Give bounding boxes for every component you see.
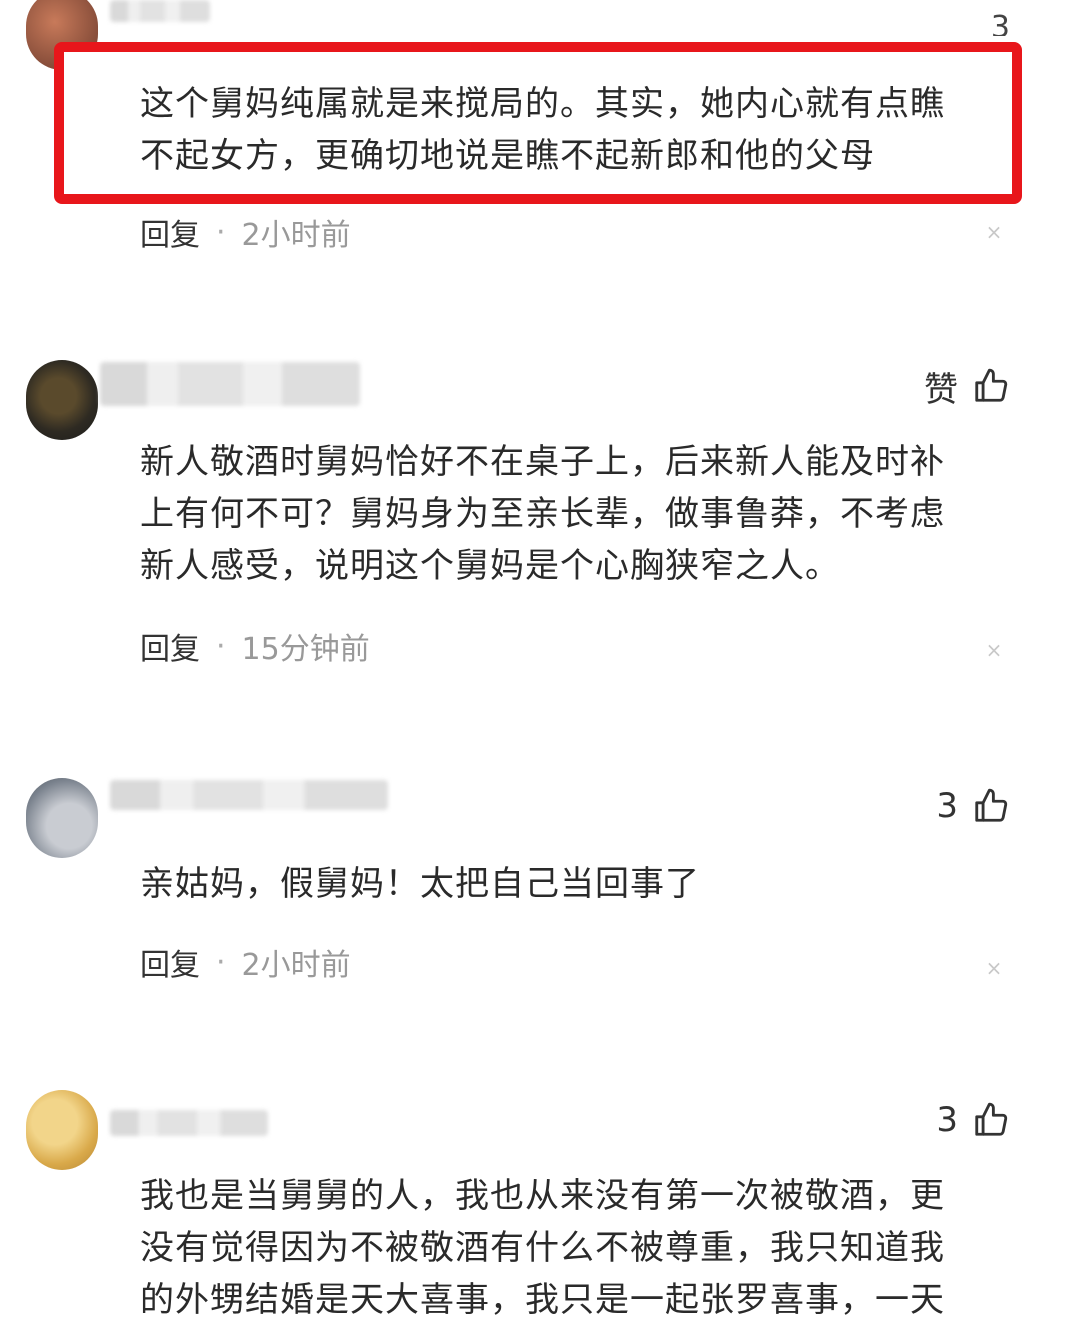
comment-line: 这个舅妈纯属就是来搅局的。其实，她内心就有点瞧 [140,84,945,124]
comment-line: 不起女方，更确切地说是瞧不起新郎和他的父母 [140,136,875,176]
comment-text: 亲姑妈，假舅妈！太把自己当回事了 [140,858,1000,910]
avatar[interactable] [26,778,98,858]
thumbs-up-icon[interactable] [972,367,1010,405]
blurred-username [100,362,360,406]
comment-text: 这个舅妈纯属就是来搅局的。其实，她内心就有点瞧 不起女方，更确切地说是瞧不起新郎… [140,78,1000,182]
comment-1: 3 这个舅妈纯属就是来搅局的。其实，她内心就有点瞧 不起女方，更确切地说是瞧不起… [0,0,1076,260]
comment-3: 3 亲姑妈，假舅妈！太把自己当回事了 回复 · 2小时前 × [0,778,1076,998]
comment-text: 我也是当舅舅的人，我也从来没有第一次被敬酒，更 没有觉得因为不被敬酒有什么不被尊… [140,1170,1000,1326]
like-control[interactable]: 赞 [924,364,1010,410]
close-icon[interactable]: × [984,640,1004,660]
comment-line: 新人感受，说明这个舅妈是个心胸狭窄之人。 [140,546,840,586]
comment-line: 上有何不可？舅妈身为至亲长辈，做事鲁莽，不考虑 [140,494,945,534]
comment-time: 15分钟前 [241,632,370,667]
avatar[interactable] [26,360,98,440]
like-count: 3 [936,1100,958,1140]
highlight-box: 这个舅妈纯属就是来搅局的。其实，她内心就有点瞧 不起女方，更确切地说是瞧不起新郎… [54,42,1022,204]
like-control[interactable]: 3 [936,784,1010,828]
thumbs-up-icon[interactable] [972,787,1010,825]
avatar[interactable] [26,1090,98,1170]
blurred-username [110,0,210,22]
comment-time: 2小时前 [241,948,351,983]
blurred-username [110,780,388,810]
comment-meta: 回复 · 2小时前 [140,210,351,254]
thumbs-up-icon[interactable] [972,1101,1010,1139]
comment-2: 赞 新人敬酒时舅妈恰好不在桌子上，后来新人能及时补 上有何不可？舅妈身为至亲长辈… [0,360,1076,690]
like-label: 赞 [924,369,958,410]
comment-text: 新人敬酒时舅妈恰好不在桌子上，后来新人能及时补 上有何不可？舅妈身为至亲长辈，做… [140,436,1000,592]
blurred-username [110,1110,268,1136]
close-icon[interactable]: × [984,958,1004,978]
comment-4: 3 我也是当舅舅的人，我也从来没有第一次被敬酒，更 没有觉得因为不被敬酒有什么不… [0,1090,1076,1328]
like-count-partial: 3 [990,10,1010,36]
separator-dot: · [216,944,226,980]
like-count: 3 [936,786,958,826]
comment-meta: 回复 · 15分钟前 [140,624,370,668]
comment-line: 我也是当舅舅的人，我也从来没有第一次被敬酒，更 [140,1176,945,1216]
reply-button[interactable]: 回复 [140,624,200,668]
comment-meta: 回复 · 2小时前 [140,940,351,984]
comment-line: 亲姑妈，假舅妈！太把自己当回事了 [140,864,700,904]
comment-time: 2小时前 [241,218,351,253]
comment-line: 没有觉得因为不被敬酒有什么不被尊重，我只知道我 [140,1228,945,1268]
comment-line: 新人敬酒时舅妈恰好不在桌子上，后来新人能及时补 [140,442,945,482]
close-icon[interactable]: × [984,222,1004,242]
comment-line: 的外甥结婚是天大喜事，我只是一起张罗喜事，一天 [140,1280,945,1320]
like-control[interactable]: 3 [936,1098,1010,1142]
separator-dot: · [216,628,226,664]
reply-button[interactable]: 回复 [140,940,200,984]
reply-button[interactable]: 回复 [140,210,200,254]
separator-dot: · [216,214,226,250]
